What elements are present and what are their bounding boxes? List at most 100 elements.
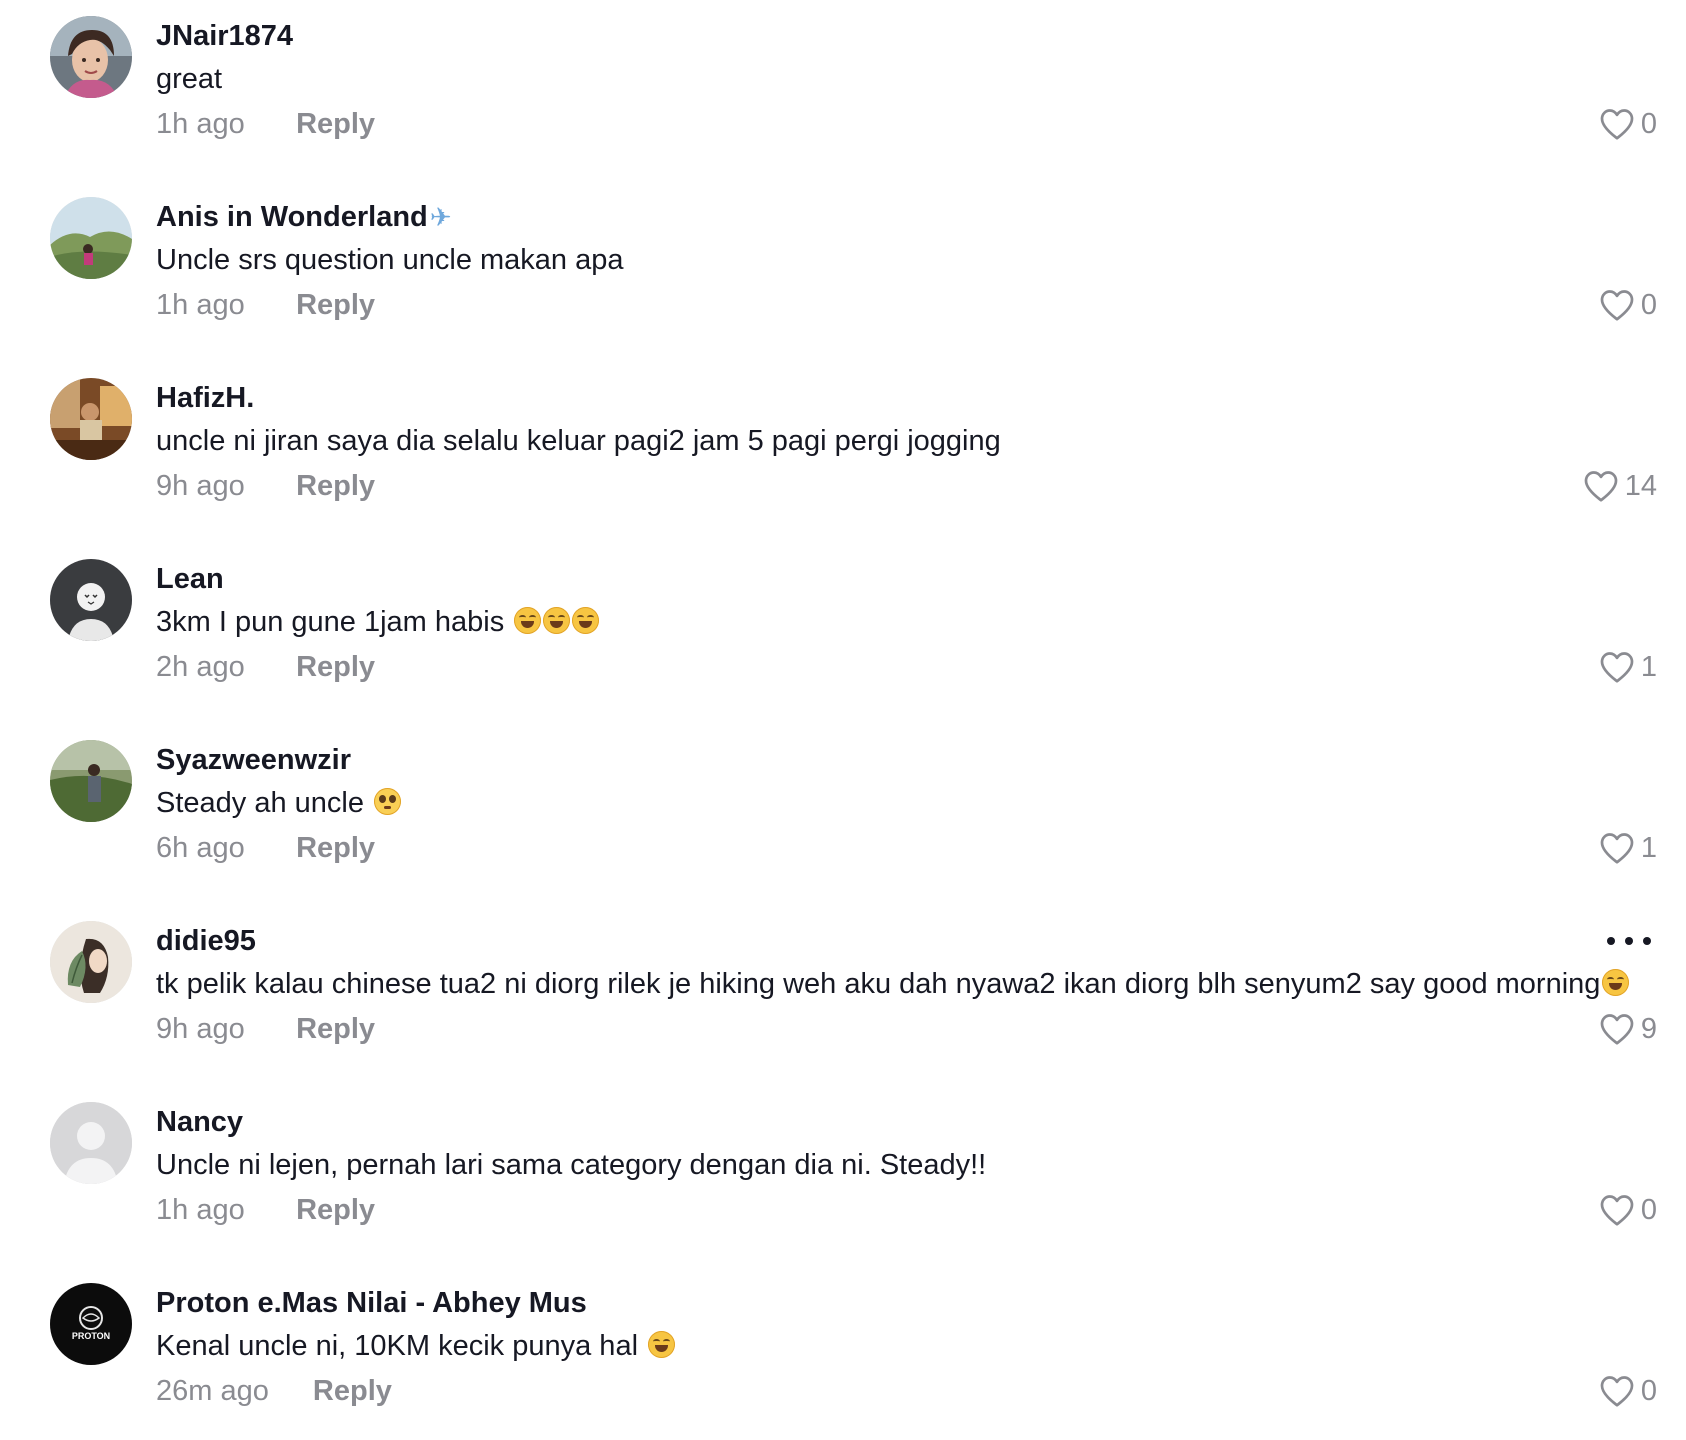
heart-icon <box>1599 1012 1635 1046</box>
comment-text-content: uncle ni jiran saya dia selalu keluar pa… <box>156 425 1001 457</box>
reply-button[interactable]: Reply <box>296 1011 375 1047</box>
heart-icon <box>1599 1193 1635 1227</box>
comment-item: PROTON Proton e.Mas Nilai - Abhey Mus Ke… <box>0 1267 1686 1437</box>
like-button[interactable]: 1 <box>1599 647 1657 687</box>
comment-text: tk pelik kalau chinese tua2 ni diorg ril… <box>156 966 1630 1002</box>
heart-icon <box>1599 831 1635 865</box>
username-text: Anis in Wonderland <box>156 201 428 233</box>
comment-text-content: Kenal uncle ni, 10KM kecik punya hal <box>156 1330 647 1362</box>
comment-username[interactable]: Nancy <box>156 1104 243 1140</box>
like-button[interactable]: 1 <box>1599 828 1657 868</box>
pleading-face-emoji-icon <box>374 788 402 815</box>
comment-text: Steady ah uncle <box>156 785 402 821</box>
comment-text-content: great <box>156 63 223 95</box>
like-count: 9 <box>1640 1013 1657 1045</box>
comment-time: 1h ago <box>156 1194 245 1226</box>
reply-button[interactable]: Reply <box>296 468 375 504</box>
avatar[interactable] <box>50 921 132 1003</box>
avatar[interactable] <box>50 740 132 822</box>
like-count: 0 <box>1640 1375 1657 1407</box>
avatar[interactable] <box>50 559 132 641</box>
comment-time: 9h ago <box>156 1013 245 1045</box>
heart-icon <box>1599 107 1635 141</box>
like-button[interactable]: 9 <box>1599 1009 1657 1049</box>
comment-username[interactable]: HafizH. <box>156 380 254 416</box>
avatar[interactable] <box>50 197 132 279</box>
comment-meta: 26m ago Reply <box>156 1373 392 1409</box>
tears-of-joy-emoji-icon <box>648 1331 676 1358</box>
logo-text: PROTON <box>72 1331 110 1341</box>
reply-button[interactable]: Reply <box>313 1373 392 1409</box>
like-count: 1 <box>1640 651 1657 683</box>
comment-text-content: 3km I pun gune 1jam habis <box>156 606 513 638</box>
avatar[interactable] <box>50 16 132 98</box>
comment-item: Lean 3km I pun gune 1jam habis 2h ago Re… <box>0 543 1686 713</box>
comment-meta: 1h ago Reply <box>156 287 375 323</box>
like-button[interactable]: 0 <box>1599 285 1657 325</box>
username-text: Lean <box>156 563 224 595</box>
like-button[interactable]: 0 <box>1599 1190 1657 1230</box>
comment-text: uncle ni jiran saya dia selalu keluar pa… <box>156 423 1001 459</box>
username-text: JNair1874 <box>156 20 294 52</box>
comment-time: 6h ago <box>156 832 245 864</box>
username-text: Nancy <box>156 1106 244 1138</box>
comment-text: Uncle srs question uncle makan apa <box>156 242 623 278</box>
comment-time: 2h ago <box>156 651 245 683</box>
comment-text-content: tk pelik kalau chinese tua2 ni diorg ril… <box>156 968 1601 1000</box>
comment-meta: 6h ago Reply <box>156 830 375 866</box>
tears-of-joy-emoji-icon <box>543 607 571 634</box>
comment-item: JNair1874 great 1h ago Reply 0 <box>0 0 1686 170</box>
comment-time: 1h ago <box>156 108 245 140</box>
comment-text-content: Steady ah uncle <box>156 787 373 819</box>
comment-time: 26m ago <box>156 1375 269 1407</box>
reply-button[interactable]: Reply <box>296 106 375 142</box>
airplane-icon: ✈ <box>429 202 452 232</box>
comment-meta: 1h ago Reply <box>156 106 375 142</box>
comment-item: HafizH. uncle ni jiran saya dia selalu k… <box>0 362 1686 532</box>
avatar[interactable] <box>50 378 132 460</box>
comment-item: Anis in Wonderland✈ Uncle srs question u… <box>0 181 1686 351</box>
comment-text: 3km I pun gune 1jam habis <box>156 604 600 640</box>
like-count: 0 <box>1640 1194 1657 1226</box>
avatar[interactable]: PROTON <box>50 1283 132 1365</box>
like-count: 0 <box>1640 289 1657 321</box>
tears-of-joy-emoji-icon <box>514 607 542 634</box>
reply-button[interactable]: Reply <box>296 649 375 685</box>
like-count: 1 <box>1640 832 1657 864</box>
comment-item: didie95 tk pelik kalau chinese tua2 ni d… <box>0 905 1686 1075</box>
comment-username[interactable]: Syazweenwzir <box>156 742 351 778</box>
comment-username[interactable]: Proton e.Mas Nilai - Abhey Mus <box>156 1285 587 1321</box>
comment-username[interactable]: Lean <box>156 561 224 597</box>
username-text: Proton e.Mas Nilai - Abhey Mus <box>156 1287 587 1319</box>
reply-button[interactable]: Reply <box>296 1192 375 1228</box>
username-text: didie95 <box>156 925 256 957</box>
like-button[interactable]: 14 <box>1583 466 1657 506</box>
more-options-icon[interactable] <box>1607 927 1651 955</box>
comment-text-content: Uncle ni lejen, pernah lari sama categor… <box>156 1149 987 1181</box>
comment-item: Syazweenwzir Steady ah uncle 6h ago Repl… <box>0 724 1686 894</box>
comment-item: Nancy Uncle ni lejen, pernah lari sama c… <box>0 1086 1686 1256</box>
comment-username[interactable]: JNair1874 <box>156 18 293 54</box>
comment-meta: 9h ago Reply <box>156 1011 375 1047</box>
comment-time: 9h ago <box>156 470 245 502</box>
comment-meta: 1h ago Reply <box>156 1192 375 1228</box>
tears-of-joy-emoji-icon <box>1602 969 1630 996</box>
reply-button[interactable]: Reply <box>296 830 375 866</box>
like-button[interactable]: 0 <box>1599 104 1657 144</box>
like-button[interactable]: 0 <box>1599 1371 1657 1411</box>
comment-time: 1h ago <box>156 289 245 321</box>
comment-text: great <box>156 61 222 97</box>
comment-text-content: Uncle srs question uncle makan apa <box>156 244 624 276</box>
comment-text: Kenal uncle ni, 10KM kecik punya hal <box>156 1328 676 1364</box>
heart-icon <box>1599 1374 1635 1408</box>
tears-of-joy-emoji-icon <box>572 607 600 634</box>
username-text: HafizH. <box>156 382 255 414</box>
like-count: 14 <box>1624 470 1657 502</box>
comment-username[interactable]: didie95 <box>156 923 256 959</box>
comment-text: Uncle ni lejen, pernah lari sama categor… <box>156 1147 986 1183</box>
avatar[interactable] <box>50 1102 132 1184</box>
comment-meta: 9h ago Reply <box>156 468 375 504</box>
reply-button[interactable]: Reply <box>296 287 375 323</box>
heart-icon <box>1583 469 1619 503</box>
comment-username[interactable]: Anis in Wonderland✈ <box>156 199 452 235</box>
